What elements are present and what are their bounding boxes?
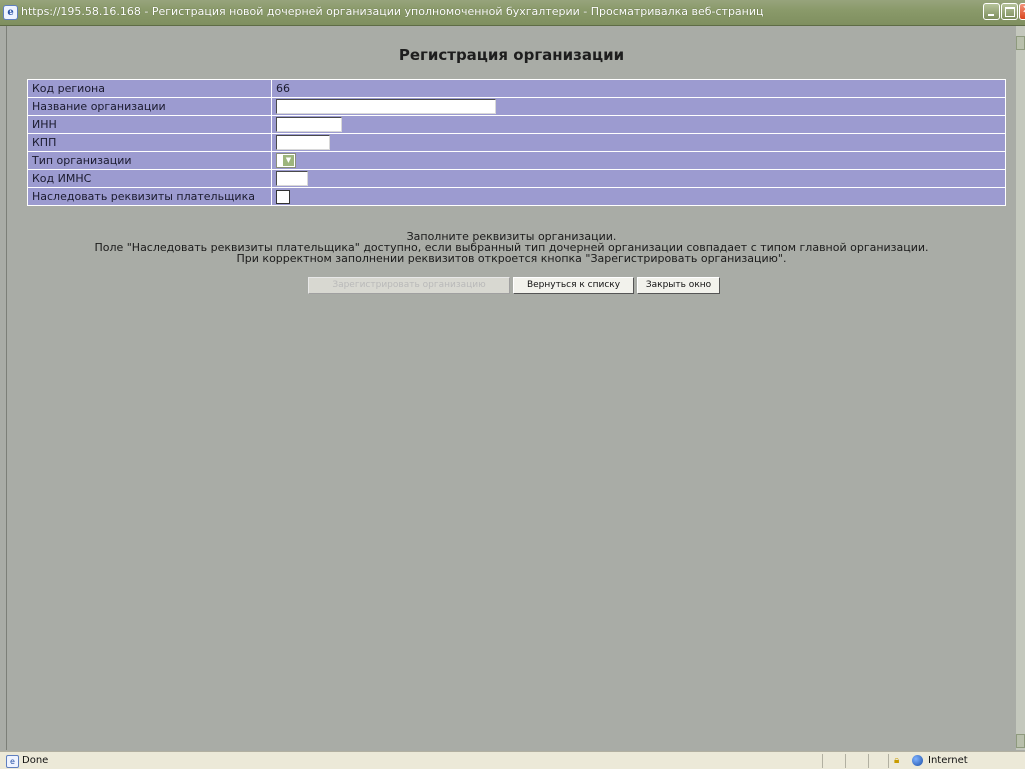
kpp-label: КПП — [27, 133, 272, 152]
inherit-payer-label: Наследовать реквизиты плательщика — [27, 187, 272, 206]
registration-form: Код региона 66 Название организации ИНН … — [27, 79, 1006, 206]
form-row-org-type: Тип организации ▼ — [27, 151, 1006, 170]
vertical-scrollbar[interactable] — [1016, 26, 1025, 750]
close-icon[interactable] — [1019, 3, 1025, 20]
org-type-select[interactable]: ▼ — [276, 153, 296, 168]
dropdown-arrow-icon[interactable]: ▼ — [283, 155, 294, 166]
status-bar: e Done 🔒︎ Internet — [0, 751, 1025, 769]
security-zone-text: Internet — [928, 755, 968, 766]
org-name-label: Название организации — [27, 97, 272, 116]
org-type-label: Тип организации — [27, 151, 272, 170]
imns-code-input[interactable] — [276, 171, 308, 186]
page-content: Регистрация организации Код региона 66 Н… — [6, 26, 1016, 750]
info-line-3: При корректном заполнении реквизитов отк… — [236, 252, 787, 265]
status-divider — [868, 754, 869, 768]
minimize-icon[interactable] — [983, 3, 1000, 20]
inn-input[interactable] — [276, 117, 342, 132]
ie-page-icon: e — [3, 5, 18, 20]
scroll-down-icon[interactable] — [1016, 734, 1025, 748]
register-organization-button[interactable]: Зарегистрировать организацию — [308, 277, 510, 294]
back-to-list-button[interactable]: Вернуться к списку — [513, 277, 634, 294]
form-row-imns-code: Код ИМНС — [27, 169, 1006, 188]
browser-window: e https://195.58.16.168 - Регистрация но… — [0, 0, 1025, 769]
window-title: https://195.58.16.168 - Регистрация ново… — [21, 5, 764, 18]
status-divider — [822, 754, 823, 768]
kpp-input[interactable] — [276, 135, 330, 150]
status-divider — [845, 754, 846, 768]
status-text: Done — [22, 755, 49, 766]
title-bar[interactable]: e https://195.58.16.168 - Регистрация но… — [0, 0, 1025, 26]
imns-code-label: Код ИМНС — [27, 169, 272, 188]
close-window-button[interactable]: Закрыть окно — [637, 277, 720, 294]
status-divider — [888, 754, 889, 768]
form-row-org-name: Название организации — [27, 97, 1006, 116]
form-row-region-code: Код региона 66 — [27, 79, 1006, 98]
form-row-kpp: КПП — [27, 133, 1006, 152]
region-code-value: 66 — [271, 79, 1006, 98]
scroll-up-icon[interactable] — [1016, 36, 1025, 50]
info-text: Заполните реквизиты организации. Поле "Н… — [7, 231, 1016, 264]
maximize-icon[interactable] — [1001, 3, 1018, 20]
ie-status-icon: e — [6, 755, 19, 768]
inherit-payer-checkbox[interactable] — [276, 189, 290, 204]
action-buttons: Зарегистрировать организацию Вернуться к … — [308, 277, 723, 294]
page-title: Регистрация организации — [398, 46, 625, 64]
inn-label: ИНН — [27, 115, 272, 134]
form-row-inherit-payer: Наследовать реквизиты плательщика — [27, 187, 1006, 206]
globe-icon — [912, 755, 923, 766]
org-name-input[interactable] — [276, 99, 496, 114]
form-row-inn: ИНН — [27, 115, 1006, 134]
lock-icon: 🔒︎ — [894, 755, 900, 766]
region-code-label: Код региона — [27, 79, 272, 98]
